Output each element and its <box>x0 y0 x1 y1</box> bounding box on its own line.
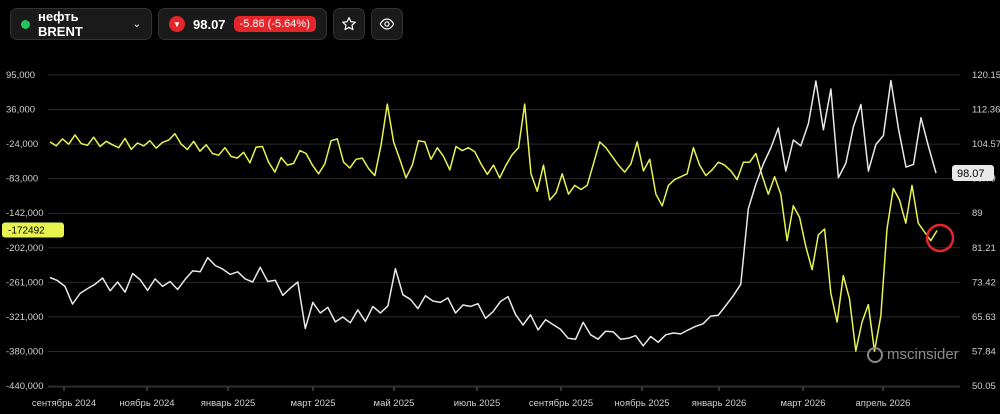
right-value-label: 98.07 <box>957 168 985 180</box>
x-tick-label: сентябрь 2025 <box>529 398 593 409</box>
left-tick-label: -24,000 <box>6 139 38 150</box>
x-tick-label: сентябрь 2024 <box>32 398 96 409</box>
x-tick-label: январь 2025 <box>201 398 256 409</box>
left-tick-label: 95,000 <box>6 70 35 81</box>
left-tick-label: -321,000 <box>6 312 44 323</box>
x-tick-label: ноябрь 2024 <box>119 398 174 409</box>
right-tick-label: 57.84 <box>972 346 996 357</box>
x-tick-label: март 2026 <box>780 398 825 409</box>
watermark-text: mscinsider <box>887 346 959 363</box>
right-tick-label: 50.05 <box>972 381 996 392</box>
x-tick-label: апрель 2026 <box>856 398 911 409</box>
x-tick-label: ноябрь 2025 <box>614 398 669 409</box>
x-tick-label: июль 2025 <box>454 398 501 409</box>
right-tick-label: 81.21 <box>972 243 996 254</box>
x-tick-label: март 2025 <box>290 398 335 409</box>
left-tick-label: -83,000 <box>6 174 38 185</box>
chart: 95,000 36,000 -24,000 -83,000 -142,000 -202,0… <box>2 70 1000 409</box>
left-tick-label: -440,000 <box>6 381 44 392</box>
right-tick-label: 73.42 <box>972 277 996 288</box>
right-tick-label: 120.15 <box>972 70 1000 81</box>
left-tick-label: -142,000 <box>6 208 44 219</box>
left-value-label: -172492 <box>8 225 45 236</box>
highlight-circle <box>925 223 955 253</box>
right-tick-label: 104.57 <box>972 139 1000 150</box>
watermark: mscinsider <box>867 346 959 363</box>
x-tick-label: январь 2026 <box>692 398 747 409</box>
left-tick-label: -202,000 <box>6 243 44 254</box>
left-tick-label: 36,000 <box>6 105 35 116</box>
right-tick-label: 112.36 <box>972 105 1000 116</box>
x-tick-label: май 2025 <box>374 398 415 409</box>
yellow-series-line <box>49 103 938 352</box>
right-tick-label: 89 <box>972 208 983 219</box>
watermark-logo-icon <box>867 346 883 363</box>
left-tick-label: -380,000 <box>6 346 44 357</box>
right-tick-label: 65.63 <box>972 312 996 323</box>
left-tick-label: -261,000 <box>6 277 44 288</box>
